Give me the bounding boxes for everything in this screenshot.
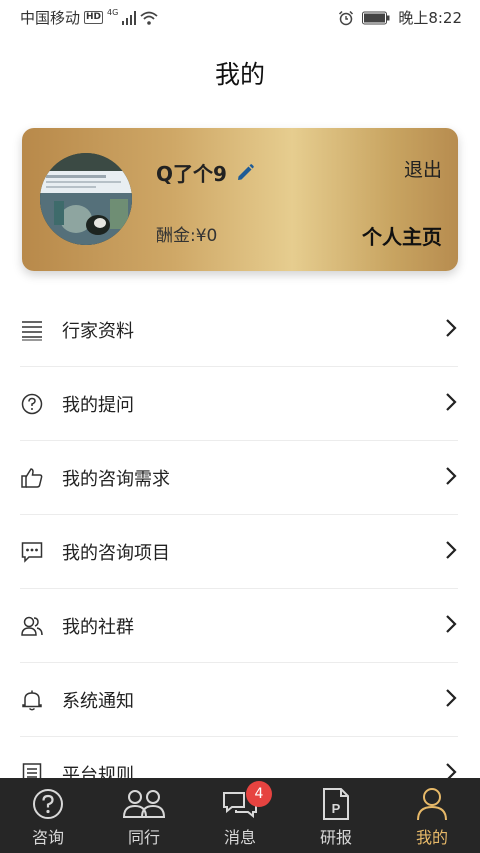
username-row: Q了个9 (156, 158, 255, 187)
menu-item-system-notifications[interactable]: 系统通知 (20, 663, 458, 737)
menu-item-label: 我的提问 (62, 394, 134, 416)
chevron-right-icon (446, 319, 457, 337)
tab-peers[interactable]: 同行 (96, 778, 192, 853)
avatar-image (40, 153, 132, 245)
personal-homepage-button[interactable]: 个人主页 (362, 221, 442, 250)
status-right: 晚上8:22 (338, 7, 462, 28)
thumbs-up-icon (20, 466, 44, 490)
people-icon (123, 787, 165, 821)
document-lines-icon (20, 318, 44, 342)
menu-list: 行家资料 我的提问 我的咨询需求 我的咨询项目 我的社群 系统通知 平台规则 (0, 293, 480, 811)
reward-balance: 酬金:¥0 (156, 226, 218, 246)
bell-icon (20, 688, 44, 712)
tab-label: 消息 (223, 828, 256, 847)
menu-item-my-consult-needs[interactable]: 我的咨询需求 (20, 441, 458, 515)
report-document-icon: P (322, 787, 350, 821)
logout-button[interactable]: 退出 (404, 155, 442, 182)
chevron-right-icon (446, 541, 457, 559)
bottom-tab-bar: 咨询 同行 4 消息 P 研报 我的 (0, 778, 480, 853)
username: Q了个9 (156, 162, 227, 186)
network-type: 4G (107, 8, 119, 17)
user-icon (417, 787, 447, 821)
status-left: 中国移动 HD 4G (20, 7, 158, 28)
svg-text:P: P (332, 801, 341, 816)
unread-badge: 4 (246, 781, 272, 807)
menu-item-my-questions[interactable]: 我的提问 (20, 367, 458, 441)
tab-consult[interactable]: 咨询 (0, 778, 96, 853)
menu-item-label: 行家资料 (62, 320, 134, 342)
clock-time: 晚上8:22 (398, 9, 462, 27)
page-title: 我的 (214, 60, 265, 89)
signal-icon (122, 10, 137, 25)
edit-pencil-icon[interactable] (235, 163, 255, 183)
menu-item-label: 系统通知 (62, 690, 134, 712)
tab-reports[interactable]: P 研报 (288, 778, 384, 853)
carrier-name: 中国移动 (20, 9, 81, 27)
chevron-right-icon (446, 393, 457, 411)
group-icon (20, 614, 44, 638)
tab-mine[interactable]: 我的 (384, 778, 480, 853)
wifi-icon (140, 11, 158, 25)
alarm-icon (339, 10, 354, 25)
chat-dots-icon (20, 540, 44, 564)
chevron-right-icon (446, 467, 457, 485)
tab-label: 研报 (319, 828, 352, 847)
avatar[interactable] (40, 153, 132, 245)
menu-item-my-community[interactable]: 我的社群 (20, 589, 458, 663)
tab-label: 我的 (415, 828, 448, 847)
menu-item-label: 我的咨询项目 (62, 542, 170, 564)
battery-icon (362, 11, 390, 24)
menu-item-label: 我的社群 (62, 616, 134, 638)
question-circle-icon (32, 787, 64, 821)
tab-label: 咨询 (31, 828, 64, 847)
profile-card: Q了个9 退出 酬金:¥0 个人主页 (22, 128, 458, 271)
tab-messages[interactable]: 4 消息 (192, 778, 288, 853)
tab-label: 同行 (127, 828, 160, 847)
chevron-right-icon (446, 689, 457, 707)
chevron-right-icon (446, 615, 457, 633)
menu-item-my-consult-projects[interactable]: 我的咨询项目 (20, 515, 458, 589)
question-circle-icon (20, 392, 44, 416)
status-bar: 中国移动 HD 4G 晚上8:22 (0, 0, 480, 33)
hd-indicator: HD (84, 11, 104, 24)
menu-item-expert-profile[interactable]: 行家资料 (20, 293, 458, 367)
menu-item-label: 我的咨询需求 (62, 468, 170, 490)
